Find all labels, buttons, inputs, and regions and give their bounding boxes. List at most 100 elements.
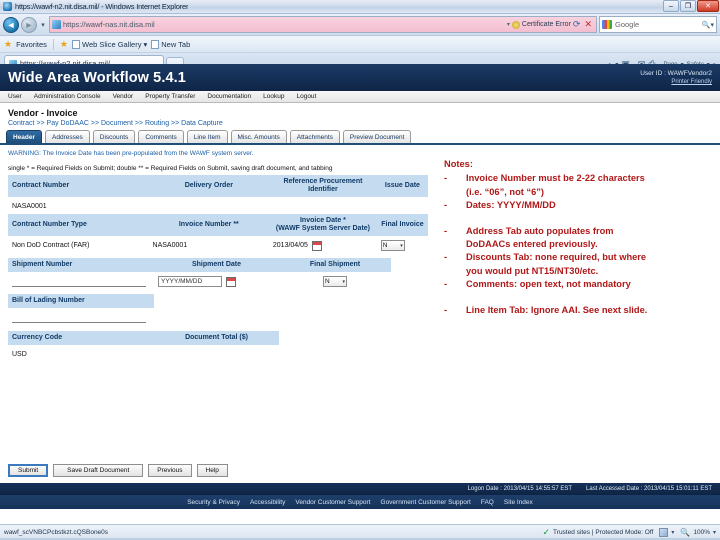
- new-tab-page-icon: [151, 39, 160, 49]
- warning-message: WARNING: The Invoice Date has been pre-p…: [8, 150, 254, 157]
- submit-button[interactable]: Submit: [8, 464, 49, 477]
- last-accessed-date: Last Accessed Date : 2013/04/15 15:01:11…: [586, 486, 712, 492]
- header-contract-number-type: Contract Number Type: [8, 214, 149, 237]
- form-value-row-4: [8, 309, 428, 326]
- note-text-4: Discounts Tab: none required, but where …: [466, 251, 716, 278]
- footer-link-site-index[interactable]: Site Index: [504, 499, 533, 506]
- header-delivery-order: Delivery Order: [148, 175, 270, 198]
- calendar-icon[interactable]: [311, 240, 322, 251]
- header-final-shipment: Final Shipment: [279, 258, 391, 273]
- notes-title: Notes:: [444, 159, 473, 169]
- tab-addresses[interactable]: Addresses: [45, 130, 90, 143]
- invoice-number-input[interactable]: NASA0001: [149, 237, 269, 254]
- web-slice-gallery-label: Web Slice Gallery: [82, 39, 142, 49]
- footer-link-accessibility[interactable]: Accessibility: [250, 499, 285, 506]
- certificate-error-indicator[interactable]: Certificate Error: [511, 20, 571, 29]
- invoice-number-value: NASA0001: [152, 242, 188, 249]
- form-header-row-2: Contract Number Type Invoice Number ** I…: [8, 214, 428, 237]
- footer-link-faq[interactable]: FAQ: [481, 499, 494, 506]
- value-reference-procurement-identifier: [269, 198, 377, 214]
- url-input[interactable]: https://wawf-nas.nit.disa.mil ▾ Certific…: [49, 16, 597, 33]
- final-invoice-select[interactable]: N ▾: [377, 237, 428, 254]
- header-invoice-date-line1: Invoice Date *: [299, 217, 346, 224]
- value-issue-date: [377, 198, 428, 214]
- zone-icon: [659, 528, 669, 537]
- nav-item-administration-console[interactable]: Administration Console: [34, 93, 101, 100]
- tab-preview-document[interactable]: Preview Document: [342, 130, 412, 143]
- final-shipment-dropdown[interactable]: N ▾: [323, 276, 347, 287]
- security-zone-indicator[interactable]: ✓ Trusted sites | Protected Mode: Off: [543, 527, 654, 538]
- footer-link-government-customer-support[interactable]: Government Customer Support: [381, 499, 471, 506]
- header-reference-procurement-identifier: Reference Procurement Identifier: [269, 175, 377, 198]
- form-header-row-1: Contract Number Delivery Order Reference…: [8, 175, 428, 198]
- shipment-number-input[interactable]: [12, 276, 146, 287]
- footer-link-security-privacy[interactable]: Security & Privacy: [187, 499, 240, 506]
- trusted-sites-label: Trusted sites | Protected Mode: Off: [553, 529, 654, 536]
- final-shipment-value: N: [325, 278, 330, 285]
- stop-icon[interactable]: ✕: [582, 19, 594, 30]
- tab-discounts[interactable]: Discounts: [92, 130, 136, 143]
- zone-caret-icon[interactable]: ▾: [671, 529, 674, 536]
- note-item-line-item-tab: - Line Item Tab: Ignore AAI. See next sl…: [444, 304, 716, 317]
- tab-attachments[interactable]: Attachments: [289, 130, 340, 143]
- previous-button[interactable]: Previous: [148, 464, 192, 477]
- note-item-address-tab: - Address Tab auto populates from DoDAAC…: [444, 225, 716, 252]
- search-dropdown-caret-icon[interactable]: ▾: [710, 21, 714, 29]
- url-dropdown-caret-icon[interactable]: ▾: [505, 21, 512, 28]
- breadcrumb[interactable]: Contract >> Pay DoDAAC >> Document >> Ro…: [0, 120, 720, 130]
- nav-item-lookup[interactable]: Lookup: [263, 93, 284, 100]
- form-header-row-4: Bill of Lading Number: [8, 294, 428, 309]
- nav-item-vendor[interactable]: Vendor: [113, 93, 134, 100]
- search-input[interactable]: Google 🔍 ▾: [599, 16, 717, 33]
- refresh-icon[interactable]: ⟳: [571, 19, 583, 30]
- minimize-button[interactable]: –: [663, 0, 679, 12]
- printer-friendly-link[interactable]: Printer Friendly: [640, 78, 712, 86]
- new-tab-favorite-item[interactable]: New Tab: [151, 39, 191, 49]
- note-dash-5: -: [444, 279, 448, 290]
- shipment-calendar-icon[interactable]: [226, 276, 236, 287]
- maximize-button[interactable]: ❐: [680, 0, 696, 12]
- note-text-1-line2: (i.e. “06”, not “6”): [466, 186, 545, 197]
- note-item-dates: - Dates: YYYY/MM/DD: [444, 199, 716, 212]
- tab-line-item[interactable]: Line Item: [186, 130, 228, 143]
- nav-item-user[interactable]: User: [8, 93, 22, 100]
- search-placeholder-text: Google: [615, 20, 640, 29]
- zoom-control[interactable]: 🔍 100% ▾: [680, 528, 716, 537]
- shipment-date-input[interactable]: YYYY/MM/DD: [158, 276, 222, 287]
- tab-header[interactable]: Header: [6, 130, 43, 143]
- zone-icon-group[interactable]: ▾: [659, 528, 674, 537]
- google-icon: [602, 20, 612, 29]
- favorites-label[interactable]: Favorites: [16, 40, 47, 49]
- final-invoice-dropdown[interactable]: N ▾: [380, 240, 405, 251]
- user-id-label: User ID : WAWFVendor2: [640, 70, 712, 77]
- recent-pages-caret-icon[interactable]: ▾: [39, 21, 47, 29]
- forward-button[interactable]: ►: [21, 16, 37, 33]
- bill-of-lading-input[interactable]: [12, 312, 146, 323]
- close-button[interactable]: ✕: [697, 0, 719, 12]
- back-button[interactable]: ◄: [3, 16, 19, 33]
- nav-item-documentation[interactable]: Documentation: [207, 93, 251, 100]
- invoice-date-value: 2013/04/05: [272, 242, 308, 249]
- nav-item-logout[interactable]: Logout: [296, 93, 316, 100]
- site-icon: [52, 20, 61, 29]
- save-draft-document-button[interactable]: Save Draft Document: [53, 464, 144, 477]
- value-delivery-order: [149, 198, 269, 214]
- invoice-date-field[interactable]: 2013/04/05: [269, 237, 377, 254]
- nav-item-property-transfer[interactable]: Property Transfer: [145, 93, 195, 100]
- note-text-2: Dates: YYYY/MM/DD: [466, 200, 556, 211]
- footer-link-vendor-customer-support[interactable]: Vendor Customer Support: [295, 499, 370, 506]
- url-text: https://wawf-nas.nit.disa.mil: [63, 20, 155, 29]
- header-shipment-date: Shipment Date: [154, 258, 279, 273]
- search-caret-icon[interactable]: 🔍: [702, 21, 711, 29]
- help-button[interactable]: Help: [196, 464, 228, 477]
- logon-date: Logon Date : 2013/04/15 14:55:57 EST: [467, 486, 573, 492]
- value-currency-code: USD: [12, 350, 27, 358]
- web-slice-gallery-item[interactable]: Web Slice Gallery ▾: [72, 39, 147, 49]
- status-left-text: wawf_scVNBCPcbstkzt.cQSBone0s: [4, 529, 109, 536]
- form-header-row-3: Shipment Number Shipment Date Final Ship…: [8, 258, 428, 273]
- note-text-4-line1: Discounts Tab: none required, but where: [466, 252, 647, 263]
- tab-misc-amounts[interactable]: Misc. Amounts: [230, 130, 287, 143]
- tab-comments[interactable]: Comments: [138, 130, 184, 143]
- zoom-caret-icon[interactable]: ▾: [713, 529, 716, 536]
- new-tab-label: New Tab: [161, 39, 191, 49]
